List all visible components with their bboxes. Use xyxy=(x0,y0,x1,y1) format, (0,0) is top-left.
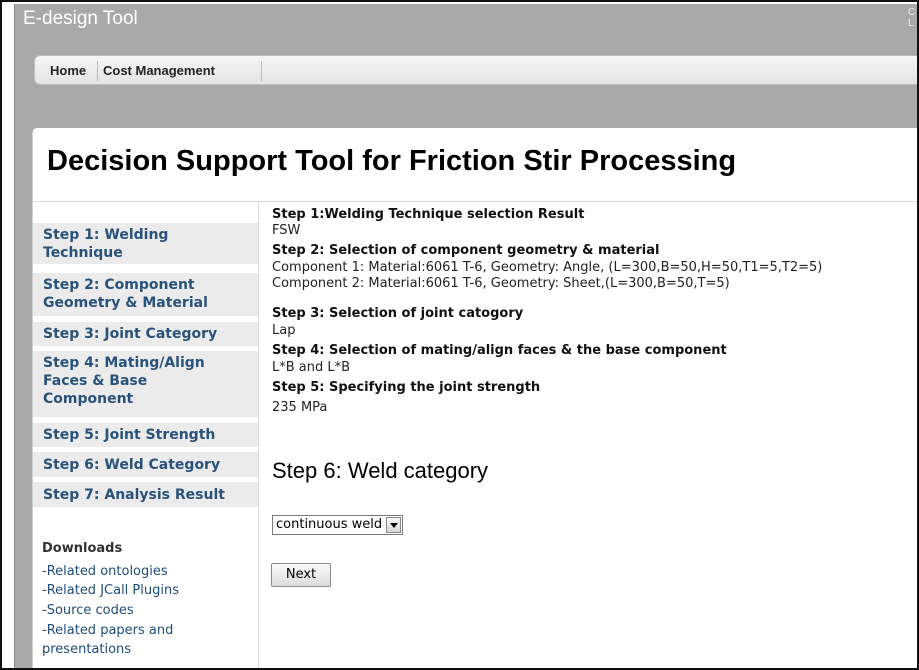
corner-text-line: C xyxy=(908,7,916,18)
download-link-jcall-plugins[interactable]: -Related JCall Plugins xyxy=(42,582,179,599)
step1-heading: Step 1:Welding Technique selection Resul… xyxy=(272,207,585,222)
sidebar-item-label: Geometry & Material xyxy=(43,295,208,311)
corner-text-line: L xyxy=(908,18,914,29)
app-window: E-design Tool C L Home Cost Management D… xyxy=(0,0,919,670)
sidebar-item-label: Step 1: Welding xyxy=(43,227,169,243)
download-link-papers[interactable]: -Related papers and xyxy=(42,622,173,639)
downloads-title: Downloads xyxy=(42,541,123,556)
weld-category-select[interactable]: continuous weld xyxy=(272,515,403,535)
sidebar-item-step-6[interactable]: Step 6: Weld Category xyxy=(33,452,258,478)
download-link-presentations[interactable]: presentations xyxy=(42,641,131,658)
sidebar-item-label: Component xyxy=(43,391,134,407)
sidebar-item-label: Step 5: Joint Strength xyxy=(43,427,216,443)
step5-heading: Step 5: Specifying the joint strength xyxy=(272,380,541,395)
sidebar-item-step-5[interactable]: Step 5: Joint Strength xyxy=(33,423,258,448)
nav-separator xyxy=(97,61,98,81)
step6-heading: Step 6: Weld category xyxy=(272,458,489,483)
download-link-source-codes[interactable]: -Source codes xyxy=(42,602,134,619)
step4-heading: Step 4: Selection of mating/align faces … xyxy=(272,343,727,358)
sidebar-item-step-4[interactable]: Step 4: Mating/Align Faces & Base Compon… xyxy=(33,351,258,418)
step2-component2: Component 2: Material:6061 T-6, Geometry… xyxy=(272,276,730,291)
app-title: E-design Tool xyxy=(23,8,138,29)
sidebar-item-label: Step 4: Mating/Align xyxy=(43,355,205,371)
nav-separator xyxy=(261,61,262,81)
sidebar-item-step-3[interactable]: Step 3: Joint Category xyxy=(33,322,258,347)
nav-home[interactable]: Home xyxy=(50,61,86,81)
sidebar-item-step-2[interactable]: Step 2: Component Geometry & Material xyxy=(33,273,258,317)
page-title: Decision Support Tool for Friction Stir … xyxy=(47,145,737,177)
chevron-down-icon[interactable] xyxy=(386,517,401,533)
nav-cost-management[interactable]: Cost Management xyxy=(103,61,215,81)
sidebar-item-label: Step 6: Weld Category xyxy=(43,457,221,473)
download-link-ontologies[interactable]: -Related ontologies xyxy=(42,563,168,580)
select-value: continuous weld xyxy=(276,517,383,532)
top-nav: Home Cost Management xyxy=(34,55,917,85)
step1-value: FSW xyxy=(272,223,301,238)
sidebar-item-label: Technique xyxy=(43,245,123,261)
step3-heading: Step 3: Selection of joint catogory xyxy=(272,306,524,321)
next-button[interactable]: Next xyxy=(271,563,331,587)
sidebar-item-label: Step 7: Analysis Result xyxy=(43,487,225,503)
sidebar-item-label: Faces & Base xyxy=(43,373,148,389)
step2-heading: Step 2: Selection of component geometry … xyxy=(272,243,660,258)
step4-value: L*B and L*B xyxy=(272,360,351,375)
sidebar-item-step-7[interactable]: Step 7: Analysis Result xyxy=(33,482,258,508)
divider xyxy=(33,201,917,202)
step2-component1: Component 1: Material:6061 T-6, Geometry… xyxy=(272,260,823,275)
sidebar-item-label: Step 2: Component xyxy=(43,277,195,293)
step5-value: 235 MPa xyxy=(272,400,328,415)
sidebar-item-step-1[interactable]: Step 1: Welding Technique xyxy=(33,223,258,265)
sidebar-item-label: Step 3: Joint Category xyxy=(43,326,218,342)
corner-text: C L xyxy=(908,7,915,29)
step3-value: Lap xyxy=(272,323,296,338)
